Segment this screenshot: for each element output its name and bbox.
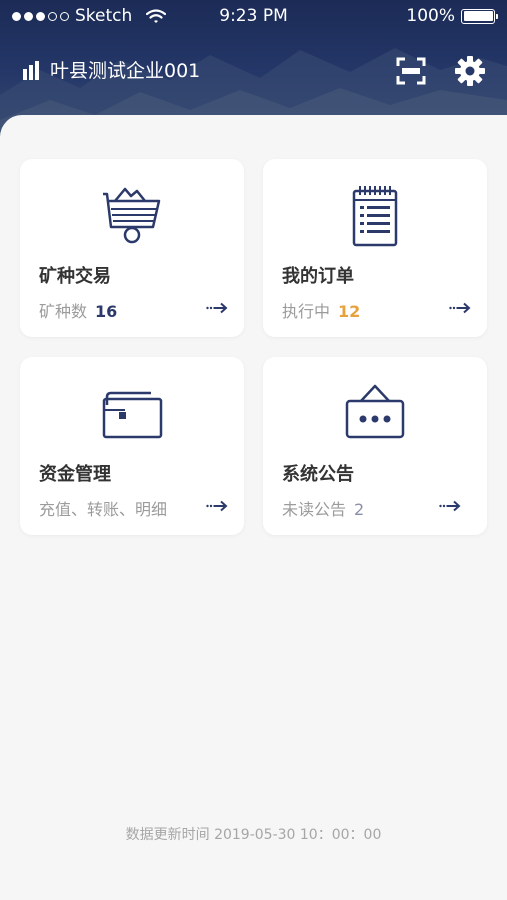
card-sub-label: 矿种数 xyxy=(39,302,88,321)
card-fund-management[interactable]: 资金管理 充值、转账、明细 xyxy=(20,357,244,535)
card-system-notice[interactable]: 系统公告 未读公告 2 xyxy=(263,357,487,535)
card-title: 资金管理 xyxy=(39,464,111,485)
scan-button[interactable] xyxy=(394,54,428,88)
battery-percent: 100% xyxy=(406,6,455,26)
status-bar: Sketch 9:23 PM 100% xyxy=(0,0,507,32)
card-sub-label: 充值、转账、明细 xyxy=(39,500,168,519)
card-title: 我的订单 xyxy=(282,266,354,287)
card-title: 系统公告 xyxy=(282,464,354,485)
arrow-right-icon xyxy=(449,302,471,314)
card-subtitle: 执行中 12 xyxy=(282,298,360,322)
unread-count: 2 xyxy=(354,500,365,519)
card-subtitle: 充值、转账、明细 xyxy=(39,496,167,520)
scan-icon xyxy=(396,57,426,85)
order-count: 12 xyxy=(338,302,361,321)
notepad-icon xyxy=(352,186,398,247)
arrow-right-icon xyxy=(439,500,461,512)
card-sub-label: 未读公告 xyxy=(282,500,347,519)
battery-icon xyxy=(461,8,498,24)
card-subtitle: 未读公告 2 xyxy=(282,496,364,520)
card-sub-label: 执行中 xyxy=(282,302,331,321)
main-content: 矿种交易 矿种数 16 我的订单 执行中 12 资金管理 充值、转账、明细 系统… xyxy=(0,115,507,900)
building-icon xyxy=(23,60,39,80)
wallet-icon xyxy=(102,391,163,439)
company-name: 叶县测试企业001 xyxy=(50,60,201,82)
company-title: 叶县测试企业001 xyxy=(22,56,200,83)
card-my-orders[interactable]: 我的订单 执行中 12 xyxy=(263,159,487,337)
card-mineral-trading[interactable]: 矿种交易 矿种数 16 xyxy=(20,159,244,337)
settings-button[interactable] xyxy=(453,54,487,88)
notice-board-icon xyxy=(345,384,405,439)
card-title: 矿种交易 xyxy=(39,266,111,287)
data-update-time: 数据更新时间 2019-05-30 10：00：00 xyxy=(125,827,382,843)
arrow-right-icon xyxy=(206,500,228,512)
arrow-right-icon xyxy=(206,302,228,314)
card-subtitle: 矿种数 16 xyxy=(39,298,117,322)
mine-cart-icon xyxy=(103,187,161,244)
gear-icon xyxy=(455,56,485,86)
mineral-count: 16 xyxy=(95,302,118,321)
